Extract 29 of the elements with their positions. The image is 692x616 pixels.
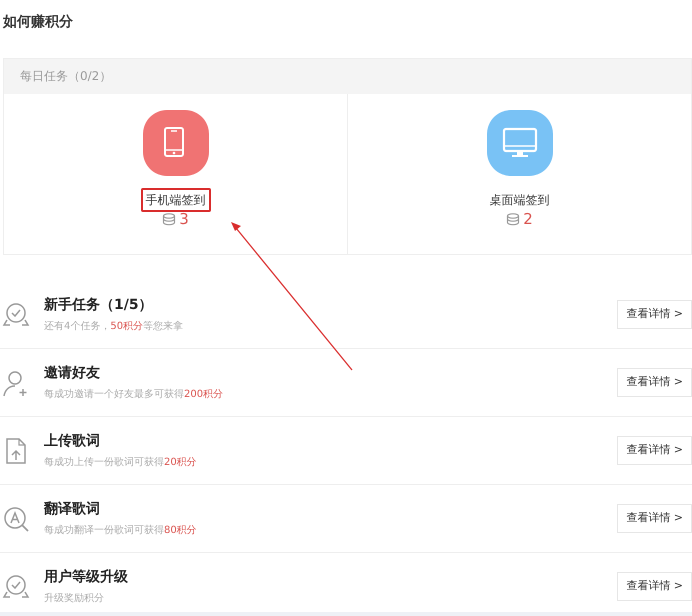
task-title: 邀请好友 [44, 364, 101, 383]
task-description: 还有4个任务，50积分等您来拿 [44, 320, 184, 334]
task-description: 每成功上传一份歌词可获得20积分 [44, 456, 197, 470]
details-button[interactable]: 查看详情 > [617, 436, 692, 465]
section-title: 如何赚积分 [2, 12, 74, 32]
monitor-icon [502, 126, 538, 160]
coins-icon [506, 213, 520, 226]
app-icon-tile[interactable] [142, 110, 208, 176]
task-description: 每成功翻译一份歌词可获得80积分 [44, 524, 197, 538]
task-title: 翻译歌词 [44, 500, 101, 519]
app-icon-tile[interactable] [486, 110, 552, 176]
task-title: 新手任务（1/5） [44, 296, 154, 315]
task-title: 上传歌词 [44, 432, 101, 451]
task-label[interactable]: 桌面端签到 [484, 188, 554, 212]
panel-header: 每日任务（0/2） [4, 59, 691, 94]
details-button[interactable]: 查看详情 > [617, 572, 692, 601]
details-button[interactable]: 查看详情 > [617, 300, 692, 329]
badge-icon [2, 572, 30, 600]
task-title: 用户等级升级 [44, 568, 128, 587]
translate-icon [2, 504, 30, 532]
coins-icon [162, 213, 176, 226]
task-label[interactable]: 手机端签到 [140, 188, 210, 212]
task-description: 每成功邀请一个好友最多可获得200积分 [44, 388, 224, 402]
points-value: 3 [179, 212, 189, 227]
details-button[interactable]: 查看详情 > [617, 504, 692, 533]
points-value: 2 [523, 212, 533, 227]
badge-icon [2, 300, 30, 328]
task-description: 升级奖励积分 [44, 592, 105, 606]
details-button[interactable]: 查看详情 > [617, 368, 692, 397]
